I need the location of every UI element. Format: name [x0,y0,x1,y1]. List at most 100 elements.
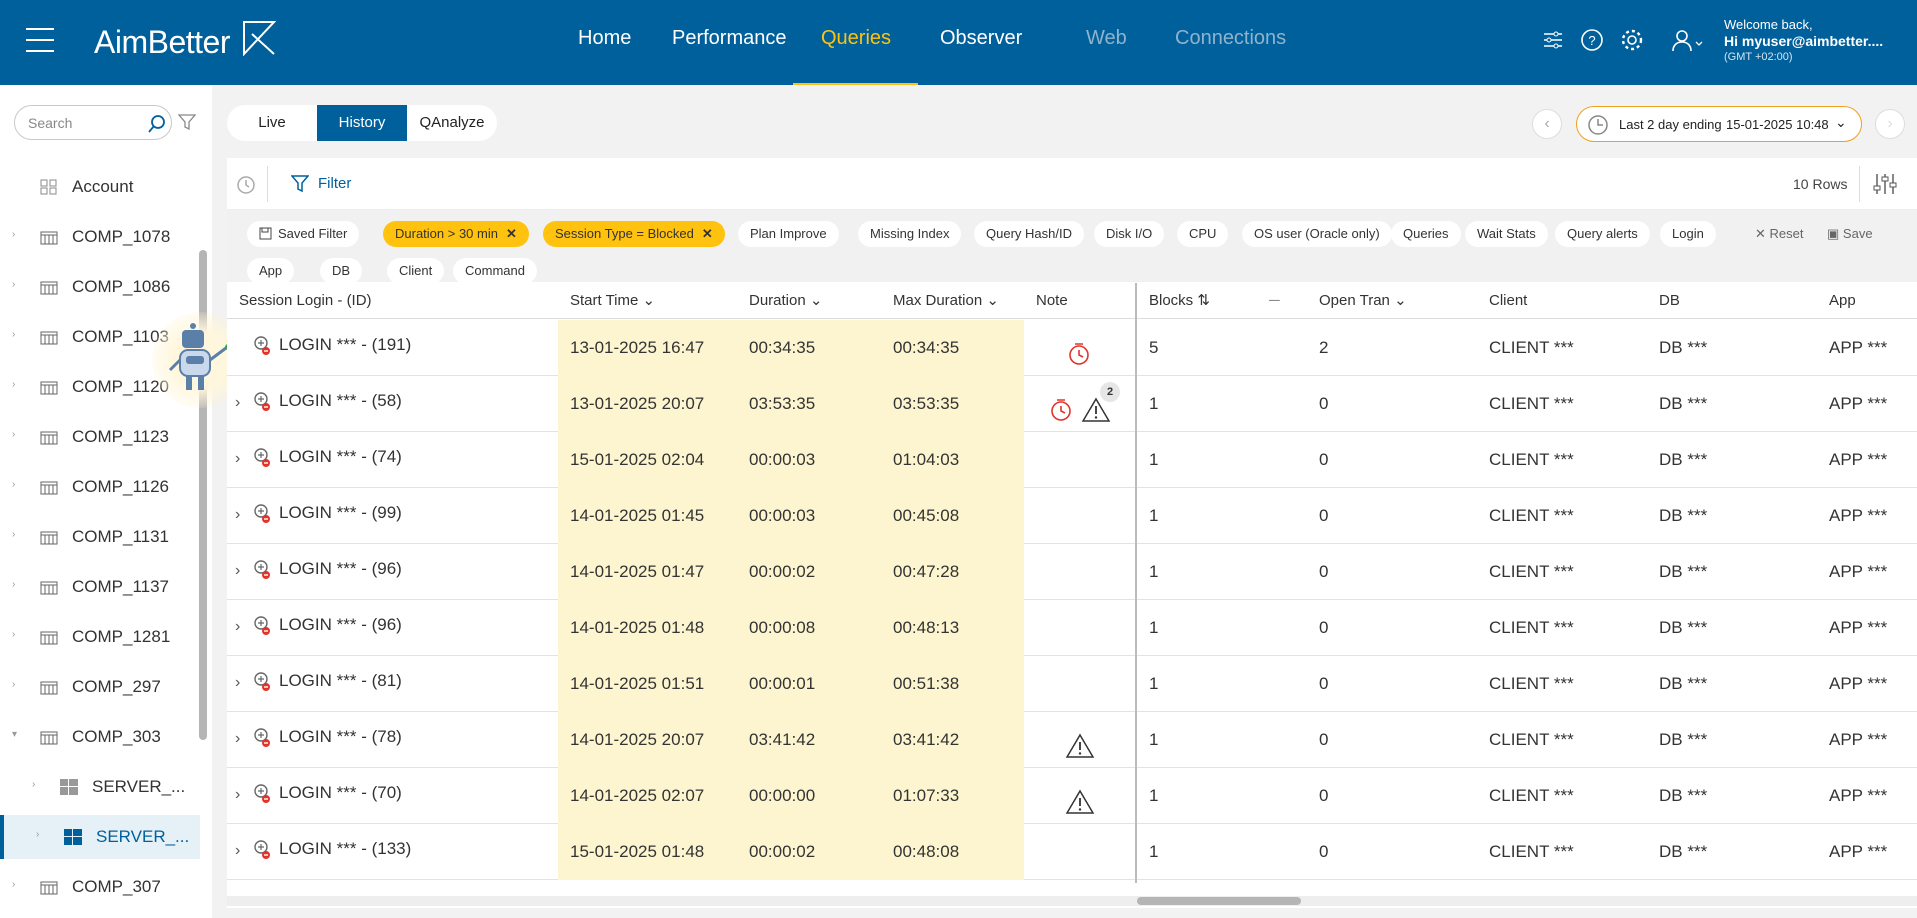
sliders-icon[interactable] [1541,28,1565,52]
col-session-login[interactable]: Session Login - (ID) [227,283,372,319]
session-login[interactable]: LOGIN *** - (191) [267,320,547,376]
expand-right-icon[interactable]: › [12,629,15,640]
expand-right-icon[interactable]: › [12,379,15,390]
session-login[interactable]: LOGIN *** - (70) [267,768,547,824]
user-avatar-icon[interactable] [1671,28,1705,52]
nav-performance[interactable]: Performance [672,27,787,50]
sidebar-item[interactable]: › COMP_1281 [0,615,200,659]
expand-right-icon[interactable]: › [12,279,15,290]
expand-right-icon[interactable]: › [12,479,15,490]
col-blocks[interactable]: Blocks ⇅ ─ [1137,283,1280,319]
expand-right-icon[interactable]: › [32,779,35,790]
table-row[interactable]: › LOGIN *** - (81) 14-01-2025 01:51 00:00:0… [227,656,1917,712]
session-login[interactable]: LOGIN *** - (96) [267,544,547,600]
history-icon[interactable] [235,174,257,196]
expand-row-icon[interactable]: › [235,450,240,468]
col-db[interactable]: DB [1647,283,1680,319]
table-row[interactable]: › LOGIN *** - (78) 14-01-2025 20:07 03:41:4… [227,712,1917,768]
filter-icon[interactable] [178,113,196,131]
col-max-duration[interactable]: Max Duration ⌄ [881,283,999,319]
chip-client[interactable]: Client [387,258,445,284]
nav-home[interactable]: Home [578,27,631,50]
col-note[interactable]: Note [1024,283,1068,319]
chip-missing-index[interactable]: Missing Index [858,221,962,247]
table-row[interactable]: › LOGIN *** - (74) 15-01-2025 02:04 00:00:0… [227,432,1917,488]
remove-chip-icon[interactable]: ✕ [702,226,713,241]
sidebar-item[interactable]: › COMP_1137 [0,565,200,609]
expand-row-icon[interactable]: › [235,618,240,636]
col-duration[interactable]: Duration ⌄ [737,283,822,319]
reset-button[interactable]: ✕ Reset [1755,226,1804,242]
expand-right-icon[interactable]: › [12,579,15,590]
tab-qanalyze[interactable]: QAnalyze [407,105,497,141]
expand-row-icon[interactable]: › [235,506,240,524]
sidebar-item[interactable]: Account [0,165,200,209]
table-row[interactable]: › LOGIN *** - (99) 14-01-2025 01:45 00:00:0… [227,488,1917,544]
expand-right-icon[interactable]: › [12,329,15,340]
filter-label[interactable]: Filter [318,175,351,192]
nav-observer[interactable]: Observer [940,27,1022,50]
session-login[interactable]: LOGIN *** - (96) [267,600,547,656]
session-login[interactable]: LOGIN *** - (81) [267,656,547,712]
col-open-tran[interactable]: Open Tran ⌄ [1307,283,1407,319]
saved-filter-chip[interactable]: Saved Filter [247,221,360,247]
expand-row-icon[interactable]: › [235,394,240,412]
expand-right-icon[interactable]: › [36,829,39,840]
tab-live[interactable]: Live [227,105,317,141]
table-row[interactable]: › LOGIN *** - (133) 15-01-2025 01:48 00:00:… [227,824,1917,880]
help-icon[interactable]: ? [1580,28,1604,52]
sidebar-item[interactable]: › COMP_1086 [0,265,200,309]
session-login[interactable]: LOGIN *** - (74) [267,432,547,488]
session-login[interactable]: LOGIN *** - (58) [267,376,547,432]
chip-login[interactable]: Login [1660,221,1716,247]
date-range-picker[interactable]: Last 2 day ending 15-01-2025 10:48 ⌄ [1576,106,1862,142]
expand-row-icon[interactable]: › [235,842,240,860]
sidebar-item[interactable]: › SERVER_... [0,815,200,859]
sidebar-item[interactable]: ▾ COMP_303 [0,715,200,759]
chip-db[interactable]: DB [320,258,363,284]
filter-funnel-icon[interactable] [291,174,309,194]
sidebar-item[interactable]: › COMP_1131 [0,515,200,559]
chip-queries[interactable]: Queries [1391,221,1461,247]
col-app[interactable]: App [1817,283,1856,319]
chip-command[interactable]: Command [453,258,537,284]
expand-right-icon[interactable]: › [12,679,15,690]
sidebar-search[interactable]: Search [14,105,172,140]
session-login[interactable]: LOGIN *** - (133) [267,824,547,880]
sidebar-item[interactable]: › SERVER_... [0,765,200,809]
expand-down-icon[interactable]: ▾ [12,729,17,740]
session-login[interactable]: LOGIN *** - (99) [267,488,547,544]
nav-web[interactable]: Web [1086,27,1127,50]
chip-os-user[interactable]: OS user (Oracle only) [1242,221,1392,247]
chip-plan-improve[interactable]: Plan Improve [738,221,839,247]
table-row[interactable]: › LOGIN *** - (58) 13-01-2025 20:07 03:53:3… [227,376,1917,432]
column-settings-icon[interactable] [1872,172,1898,196]
save-button[interactable]: ▣ Save [1827,226,1873,242]
user-name[interactable]: Hi myuser@aimbetter.... [1724,33,1883,49]
expand-row-icon[interactable]: › [235,730,240,748]
expand-right-icon[interactable]: › [12,229,15,240]
col-start-time[interactable]: Start Time ⌄ [558,283,655,319]
col-client[interactable]: Client [1477,283,1527,319]
sidebar-item[interactable]: › COMP_1126 [0,465,200,509]
nav-connections[interactable]: Connections [1175,27,1286,50]
chip-disk-io[interactable]: Disk I/O [1094,221,1165,247]
expand-row-icon[interactable]: › [235,562,240,580]
nav-queries[interactable]: Queries [821,27,891,50]
settings-gear-icon[interactable] [1620,28,1644,52]
sidebar-item[interactable]: › COMP_1078 [0,215,200,259]
session-type-filter-chip[interactable]: Session Type = Blocked ✕ [543,221,725,247]
expand-right-icon[interactable]: › [12,879,15,890]
table-row[interactable]: › LOGIN *** - (96) 14-01-2025 01:48 00:00:0… [227,600,1917,656]
chip-query-alerts[interactable]: Query alerts [1555,221,1650,247]
chip-query-hash[interactable]: Query Hash/ID [974,221,1084,247]
chip-app[interactable]: App [247,258,295,284]
search-icon[interactable] [147,114,167,134]
table-row[interactable]: › LOGIN *** - (96) 14-01-2025 01:47 00:00:0… [227,544,1917,600]
pin-icon[interactable]: ─ [1269,283,1280,319]
chip-wait-stats[interactable]: Wait Stats [1465,221,1548,247]
table-row[interactable]: LOGIN *** - (191) 13-01-2025 16:47 00:34:3… [227,320,1917,376]
expand-row-icon[interactable]: › [235,674,240,692]
expand-row-icon[interactable]: › [235,786,240,804]
table-row[interactable]: › LOGIN *** - (70) 14-01-2025 02:07 00:00:0… [227,768,1917,824]
